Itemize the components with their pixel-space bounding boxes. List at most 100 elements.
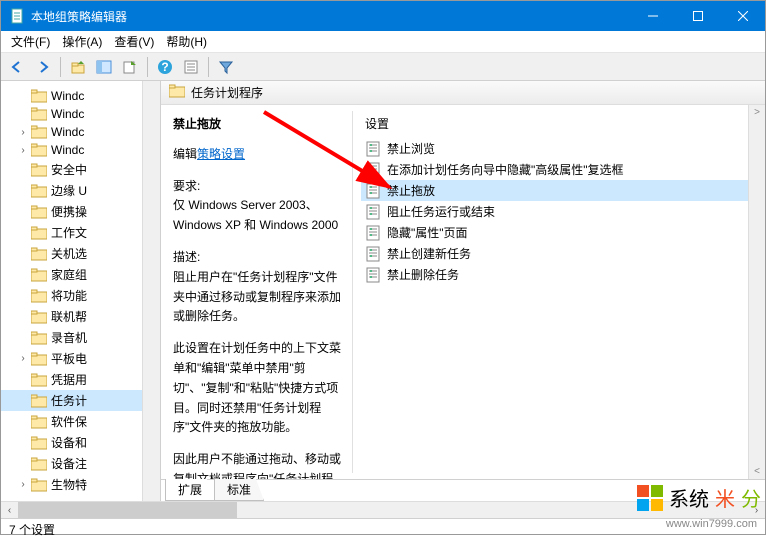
setting-item[interactable]: 禁止拖放	[361, 180, 765, 201]
export-button[interactable]	[118, 55, 142, 79]
window-title: 本地组策略编辑器	[31, 8, 630, 25]
menu-help[interactable]: 帮助(H)	[160, 31, 213, 52]
folder-icon	[31, 226, 47, 240]
folder-icon	[31, 289, 47, 303]
scroll-thumb[interactable]	[18, 502, 237, 518]
tree-item-label: 生物特	[51, 476, 87, 493]
menu-view[interactable]: 查看(V)	[108, 31, 160, 52]
folder-icon	[31, 394, 47, 408]
expander-icon[interactable]: ›	[17, 127, 29, 138]
tree-item[interactable]: › Windc	[1, 123, 160, 141]
setting-item-label: 禁止浏览	[387, 140, 435, 157]
folder-icon	[31, 415, 47, 429]
setting-item[interactable]: 阻止任务运行或结束	[361, 201, 765, 222]
description-label: 描述:	[173, 248, 343, 268]
minimize-button[interactable]	[630, 1, 675, 31]
policy-icon	[365, 183, 381, 199]
expander-icon[interactable]: ›	[17, 353, 29, 364]
tree-pane[interactable]: WindcWindc›Windc›Windc安全中边缘 U便携操工作文关机选家庭…	[1, 81, 161, 501]
menu-action[interactable]: 操作(A)	[56, 31, 108, 52]
tree-item-label: Windc	[51, 125, 84, 139]
folder-icon	[31, 125, 47, 139]
tree-item[interactable]: 安全中	[1, 159, 160, 180]
settings-header[interactable]: 设置	[353, 111, 765, 138]
tree-item[interactable]: 录音机	[1, 327, 160, 348]
tree-item-label: 便携操	[51, 203, 87, 220]
tree-item-label: 设备和	[51, 434, 87, 451]
detail-title: 禁止拖放	[173, 115, 343, 135]
tree-item[interactable]: 将功能	[1, 285, 160, 306]
close-button[interactable]	[720, 1, 765, 31]
maximize-button[interactable]	[675, 1, 720, 31]
edit-policy-link[interactable]: 策略设置	[197, 147, 245, 161]
setting-item-label: 在添加计划任务向导中隐藏"高级属性"复选框	[387, 161, 624, 178]
tree-item-label: 安全中	[51, 161, 87, 178]
scroll-left-button[interactable]: ‹	[1, 502, 18, 519]
tree-item[interactable]: Windc	[1, 87, 160, 105]
tree-item[interactable]: 凭据用	[1, 369, 160, 390]
setting-item[interactable]: 在添加计划任务向导中隐藏"高级属性"复选框	[361, 159, 765, 180]
setting-item[interactable]: 禁止创建新任务	[361, 243, 765, 264]
app-icon	[9, 8, 25, 24]
content-header: 任务计划程序	[161, 81, 765, 105]
tree-item-label: Windc	[51, 107, 84, 121]
up-button[interactable]	[66, 55, 90, 79]
setting-item[interactable]: 隐藏"属性"页面	[361, 222, 765, 243]
tree-item[interactable]: ›Windc	[1, 141, 160, 159]
properties-button[interactable]	[179, 55, 203, 79]
vertical-scrollbar[interactable]: ><	[748, 105, 765, 479]
tree-item[interactable]: 联机帮	[1, 306, 160, 327]
folder-icon	[31, 107, 47, 121]
setting-item[interactable]: 禁止删除任务	[361, 264, 765, 285]
watermark: 系统米分 www.win7999.com	[637, 483, 761, 512]
tab-standard[interactable]: 标准	[214, 479, 264, 501]
tree-item[interactable]: 软件保	[1, 411, 160, 432]
tree-item-label: 家庭组	[51, 266, 87, 283]
folder-icon	[31, 268, 47, 282]
tab-extended[interactable]: 扩展	[165, 479, 215, 501]
toolbar: ?	[1, 53, 765, 81]
tree-item[interactable]: 设备和	[1, 432, 160, 453]
folder-icon	[31, 352, 47, 366]
forward-button[interactable]	[31, 55, 55, 79]
show-hide-tree-button[interactable]	[92, 55, 116, 79]
folder-icon	[31, 89, 47, 103]
folder-icon	[31, 436, 47, 450]
tree-item[interactable]: 家庭组	[1, 264, 160, 285]
folder-icon	[31, 247, 47, 261]
folder-icon	[31, 143, 47, 157]
tree-item[interactable]: › 生物特	[1, 474, 160, 495]
tree-item[interactable]: Windc	[1, 105, 160, 123]
folder-icon	[169, 84, 185, 101]
help-button[interactable]: ?	[153, 55, 177, 79]
setting-item-label: 禁止创建新任务	[387, 245, 471, 262]
menu-file[interactable]: 文件(F)	[5, 31, 56, 52]
folder-icon	[31, 310, 47, 324]
tree-item[interactable]: 工作文	[1, 222, 160, 243]
toolbar-separator	[208, 57, 209, 77]
tree-item-label: 平板电	[51, 350, 87, 367]
tree-item[interactable]: 边缘 U	[1, 180, 160, 201]
policy-icon	[365, 162, 381, 178]
setting-item-label: 禁止删除任务	[387, 266, 459, 283]
expander-icon[interactable]: ›	[17, 145, 29, 156]
tree-item-label: 关机选	[51, 245, 87, 262]
expander-icon[interactable]: ›	[17, 479, 29, 490]
watermark-logo-icon	[637, 485, 663, 511]
title-bar: 本地组策略编辑器	[1, 1, 765, 31]
back-button[interactable]	[5, 55, 29, 79]
tree-item-label: 软件保	[51, 413, 87, 430]
tree-item[interactable]: 关机选	[1, 243, 160, 264]
tree-item[interactable]: 便携操	[1, 201, 160, 222]
tree-item[interactable]: › 平板电	[1, 348, 160, 369]
tree-item-label: 任务计	[51, 392, 87, 409]
setting-item[interactable]: 禁止浏览	[361, 138, 765, 159]
tree-item-label: 联机帮	[51, 308, 87, 325]
folder-icon	[31, 478, 47, 492]
description-p3: 因此用户不能通过拖动、移动或复制文档或程序向"任务计划程序"文	[173, 450, 343, 479]
svg-text:?: ?	[161, 60, 168, 74]
tree-item[interactable]: 设备注	[1, 453, 160, 474]
filter-button[interactable]	[214, 55, 238, 79]
requirements-text: 仅 Windows Server 2003、Windows XP 和 Windo…	[173, 196, 343, 236]
tree-item[interactable]: 任务计	[1, 390, 160, 411]
